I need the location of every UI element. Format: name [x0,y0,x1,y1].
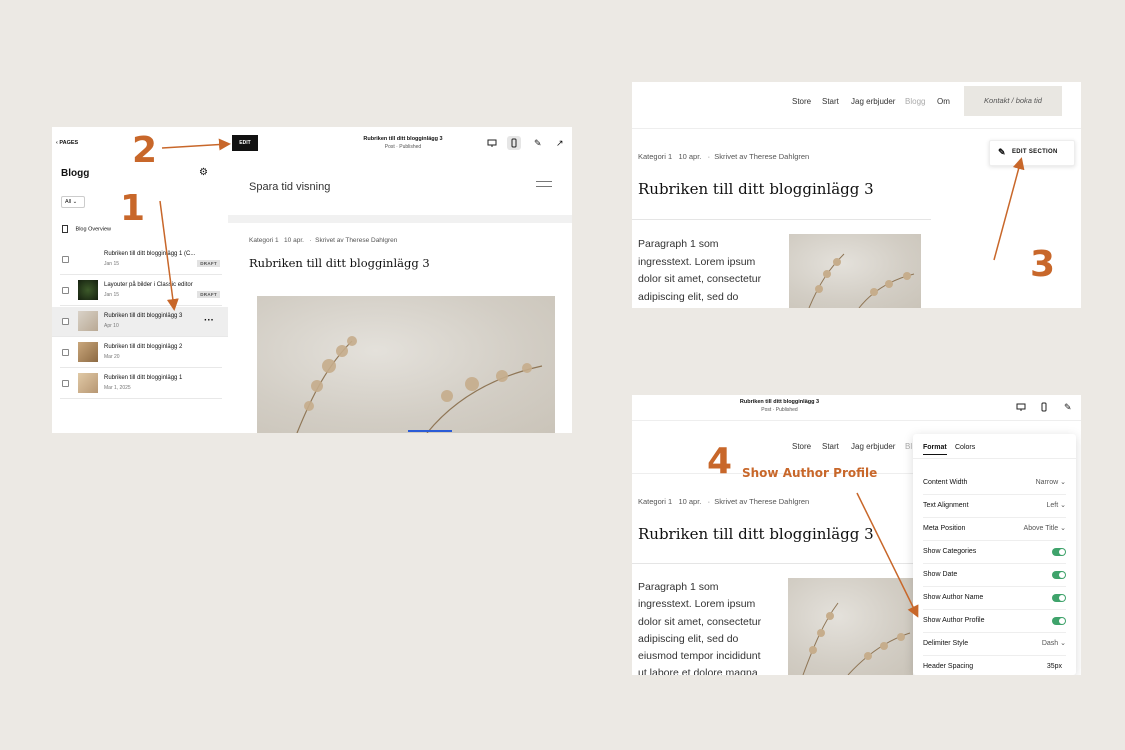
arrow-step-3 [993,157,1025,261]
arrow-step-4 [856,492,919,618]
annotation-arrows [159,138,1025,618]
arrow-step-2 [161,138,231,151]
arrow-step-1 [159,200,179,311]
